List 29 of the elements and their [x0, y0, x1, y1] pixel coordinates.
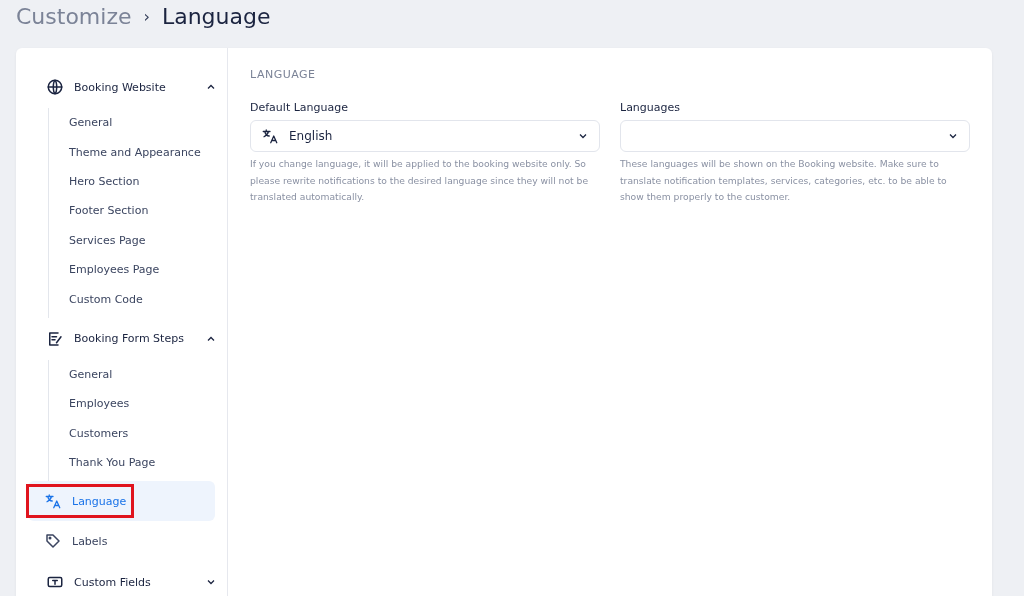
translate-icon — [261, 127, 279, 145]
globe-icon — [46, 78, 64, 96]
tag-icon — [44, 532, 62, 551]
section-title: LANGUAGE — [250, 68, 317, 81]
sidebar-item[interactable]: Customers — [49, 418, 227, 448]
sidebar-item[interactable]: Services Page — [49, 225, 227, 255]
sidebar-item[interactable]: General — [49, 359, 227, 390]
sidebar-group[interactable]: Booking Website — [28, 66, 227, 108]
sidebar-item[interactable]: Hero Section — [49, 166, 227, 197]
sidebar-item[interactable]: Language — [28, 481, 215, 522]
translate-icon — [44, 492, 62, 511]
sidebar-item[interactable]: Footer Section — [49, 196, 227, 226]
page-title: Language — [161, 3, 271, 29]
sidebar-item[interactable]: Labels — [28, 521, 215, 562]
sidebar-item[interactable]: Thank You Page — [49, 447, 227, 478]
field-label: Languages — [620, 101, 682, 114]
field-label: Default Language — [250, 101, 349, 114]
sidebar-item[interactable]: General — [49, 108, 227, 138]
sidebar-item[interactable]: Custom Code — [49, 284, 227, 314]
sidebar-item[interactable]: Employees — [49, 389, 227, 419]
form-edit-icon — [46, 329, 64, 348]
language-select[interactable]: English — [250, 120, 600, 152]
help-text: These languages will be shown on the Booking website. Make sure to translate notification templates, services, categories, etc. to be able to show them properly to the customer. — [620, 157, 948, 204]
help-text: If you change language, it will be applied to the booking website only. So please rewrite notifications to the desired language since they will not be translated automatically. — [250, 157, 590, 204]
sidebar-group[interactable]: Booking Form Steps — [28, 317, 227, 360]
sidebar-item[interactable]: Theme and Appearance — [49, 137, 227, 167]
breadcrumb-separator: › — [143, 6, 150, 26]
sidebar-item[interactable]: Employees Page — [49, 254, 227, 285]
sidebar-group[interactable]: Custom Fields — [28, 561, 227, 596]
